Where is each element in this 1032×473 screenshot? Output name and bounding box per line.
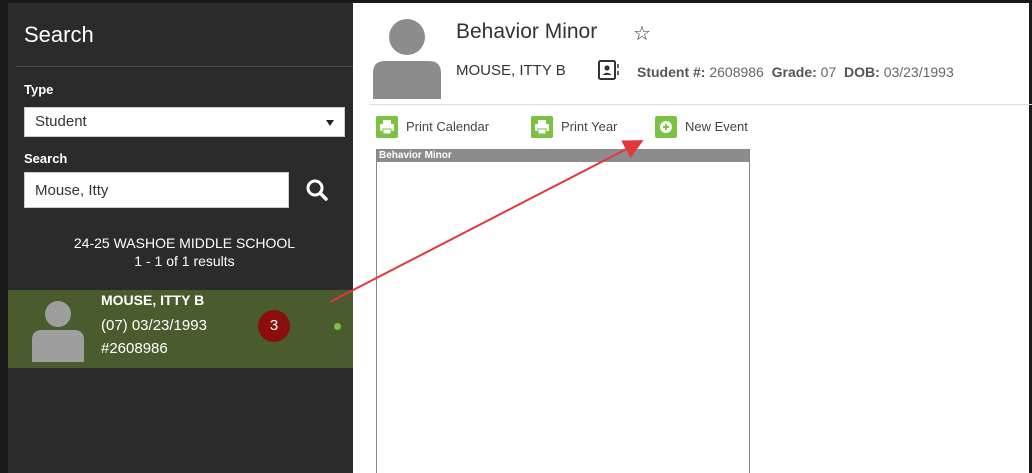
search-button[interactable]: [299, 172, 335, 208]
star-icon[interactable]: ☆: [633, 21, 651, 46]
printer-icon: [376, 116, 398, 138]
print-year-button[interactable]: Print Year: [531, 116, 641, 138]
student-name: MOUSE, ITTY B: [456, 62, 566, 79]
new-event-label: New Event: [685, 119, 748, 134]
print-calendar-button[interactable]: Print Calendar: [376, 116, 516, 138]
dob-label: DOB:: [844, 64, 880, 80]
result-grade-dob: (07) 03/23/1993: [101, 317, 207, 334]
contact-card-icon[interactable]: [598, 60, 620, 80]
avatar: [32, 301, 84, 362]
type-select[interactable]: Student: [24, 107, 345, 137]
student-meta: Student #: 2608986 Grade: 07 DOB: 03/23/…: [637, 64, 954, 80]
print-calendar-label: Print Calendar: [406, 119, 490, 134]
search-input[interactable]: Mouse, Itty: [24, 172, 289, 208]
printer-icon: [531, 116, 553, 138]
sidebar-divider: [16, 66, 353, 67]
result-student-id: #2608986: [101, 340, 168, 357]
student-num-label: Student #:: [637, 64, 706, 80]
step-number-badge: 3: [258, 310, 290, 342]
sidebar-title: Search: [24, 22, 94, 47]
status-dot: [334, 323, 341, 330]
type-select-value: Student: [35, 113, 87, 130]
print-year-label: Print Year: [561, 119, 618, 134]
page-title: Behavior Minor: [456, 20, 598, 43]
header-divider: [369, 104, 1032, 105]
panel-title: Behavior Minor: [377, 150, 749, 162]
type-label: Type: [24, 82, 54, 97]
school-name: 24-25 WASHOE MIDDLE SCHOOL: [73, 235, 296, 251]
grade-value: 07: [820, 64, 837, 80]
avatar: [373, 19, 441, 99]
grade-label: Grade:: [771, 64, 817, 80]
result-count: 1 - 1 of 1 results: [134, 253, 235, 269]
search-sidebar: Search Type Student Search Mouse, Itty 2…: [8, 3, 353, 473]
chevron-down-icon: [326, 120, 334, 126]
student-num: 2608986: [709, 64, 764, 80]
search-label: Search: [24, 151, 68, 166]
new-event-button[interactable]: New Event: [655, 116, 765, 138]
dob-value: 03/23/1993: [883, 64, 954, 80]
student-result-row[interactable]: MOUSE, ITTY B (07) 03/23/1993 #2608986 3: [8, 290, 353, 368]
result-student-name: MOUSE, ITTY B: [101, 292, 205, 308]
behavior-calendar-panel: Behavior Minor: [376, 149, 750, 473]
search-icon: [306, 179, 328, 201]
plus-circle-icon: [655, 116, 677, 138]
